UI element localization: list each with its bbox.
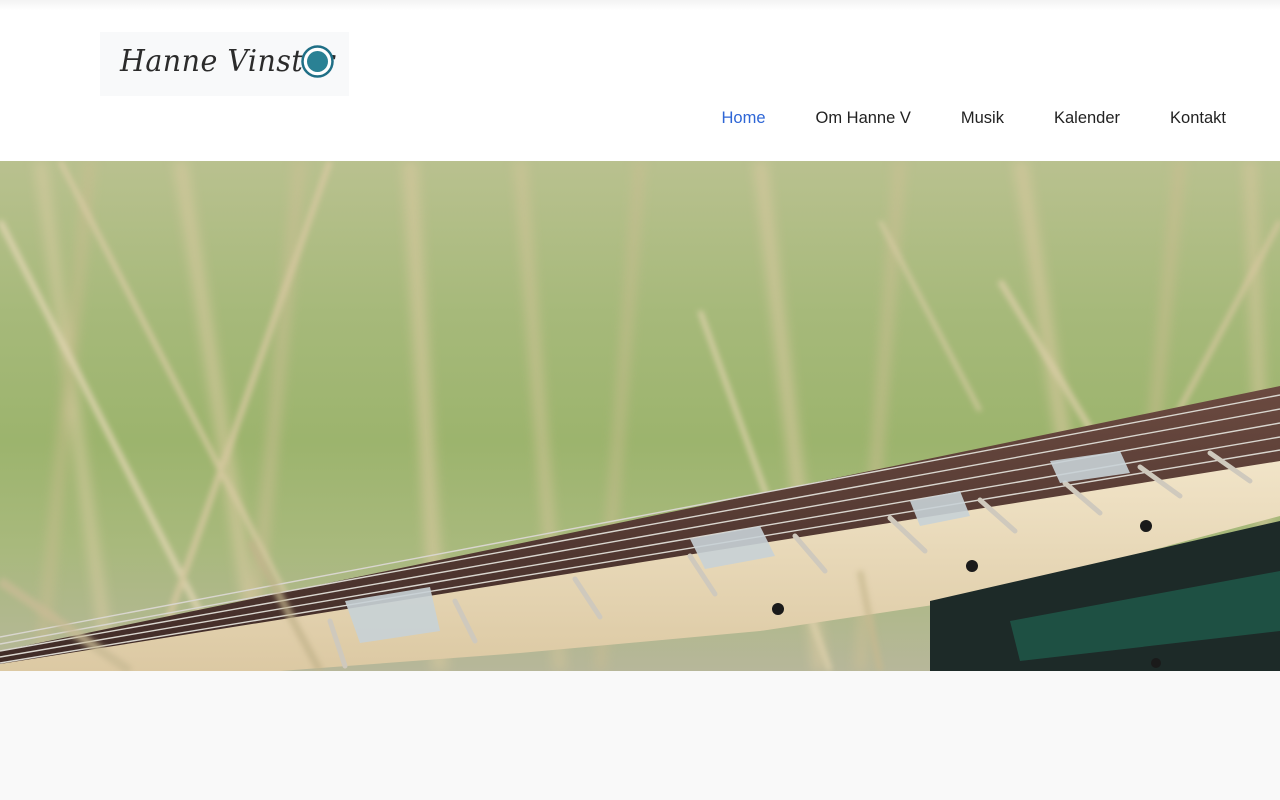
nav-item-home[interactable]: Home	[721, 106, 765, 130]
hero-image	[0, 161, 1280, 671]
site-logo[interactable]: Hanne Vinster	[100, 32, 349, 96]
logo-circle-icon	[301, 45, 334, 78]
nav-item-kontakt[interactable]: Kontakt	[1170, 106, 1226, 130]
top-strip	[0, 0, 1280, 10]
nav-item-om-hanne-v[interactable]: Om Hanne V	[816, 106, 911, 130]
hero-illustration	[0, 161, 1280, 671]
nav-item-kalender[interactable]: Kalender	[1054, 106, 1120, 130]
site-header: Hanne Vinster Home Om Hanne V Musik Kale…	[0, 10, 1280, 161]
nav-item-musik[interactable]: Musik	[961, 106, 1004, 130]
main-nav: Home Om Hanne V Musik Kalender Kontakt	[721, 106, 1226, 130]
content-area	[0, 671, 1280, 800]
